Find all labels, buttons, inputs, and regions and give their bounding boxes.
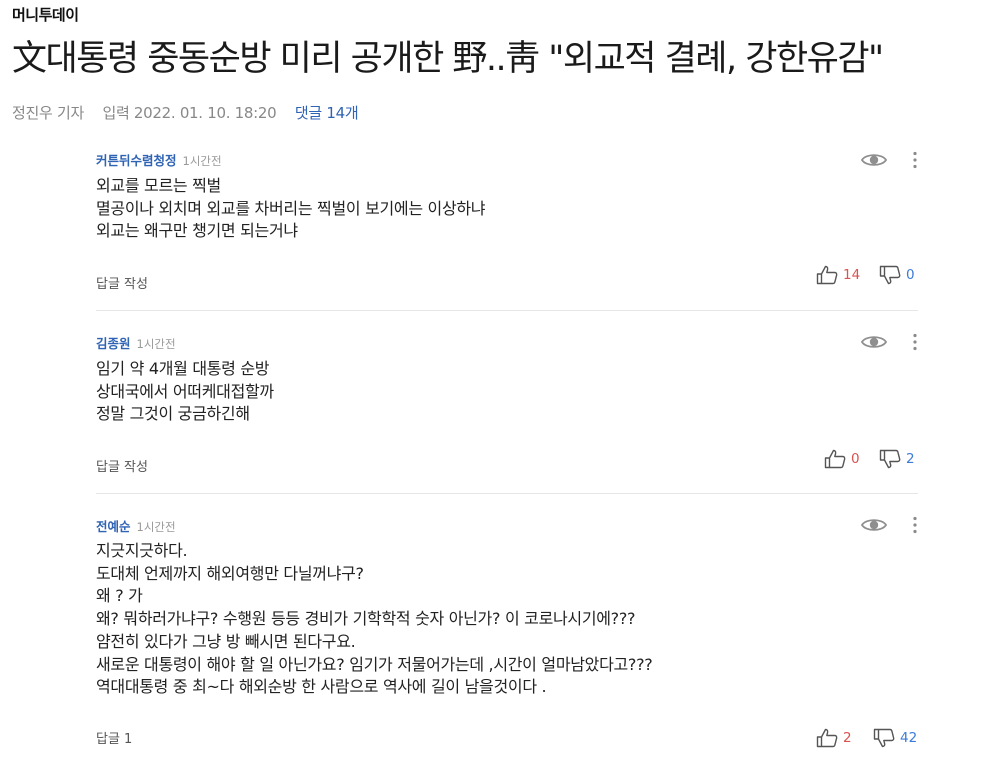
comment-author[interactable]: 커튼뒤수렴청정 1시간전 <box>96 150 222 169</box>
reply-button[interactable]: 답글 작성 <box>96 273 148 292</box>
reply-button[interactable]: 답글 1 <box>96 728 132 747</box>
reply-button[interactable]: 답글 작성 <box>96 456 148 475</box>
thumbs-down-icon <box>873 728 895 748</box>
author-name[interactable]: 커튼뒤수렴청정 <box>96 153 177 168</box>
comment-line: 역대대통령 중 최~다 해외순방 한 사람으로 역사에 길이 남을것이다 . <box>96 677 547 697</box>
comment-body: 외교를 모르는 찍벌 멸공이나 외치며 외교를 차버리는 찍벌이 보기에는 이상… <box>96 175 486 243</box>
comment-author[interactable]: 김종원 1시간전 <box>96 333 176 352</box>
eye-icon[interactable] <box>861 516 887 534</box>
dislike-button[interactable]: 42 <box>873 728 917 748</box>
comment-item: 전예순 1시간전 지긋지긋하다. 도대체 언제까지 해외여행만 다닐꺼냐구? 왜 … <box>96 493 918 766</box>
comment-line: 외교를 모르는 찍벌 <box>96 176 221 195</box>
like-count: 0 <box>851 451 860 467</box>
comment-author[interactable]: 전예순 1시간전 <box>96 516 176 535</box>
comment-line: 정말 그것이 궁금하긴해 <box>96 404 250 424</box>
thumbs-up-icon <box>816 728 838 748</box>
comment-body: 지긋지긋하다. 도대체 언제까지 해외여행만 다닐꺼냐구? 왜 ? 가 왜? 뭐… <box>96 540 653 699</box>
comment-line: 얌전히 있다가 그냥 방 빼시면 된다구요. <box>96 631 356 651</box>
comment-list: 커튼뒤수렴청정 1시간전 외교를 모르는 찍벌 멸공이나 외치며 외교를 차버리는… <box>96 140 918 766</box>
dislike-button[interactable]: 0 <box>879 265 915 285</box>
comment-line: 외교는 왜구만 챙기면 되는거냐 <box>96 221 298 241</box>
more-vertical-icon[interactable] <box>912 333 918 351</box>
comment-line: 도대체 언제까지 해외여행만 다닐꺼냐구? <box>96 563 364 583</box>
more-vertical-icon[interactable] <box>912 151 918 169</box>
comment-line: 멸공이나 외치며 외교를 차버리는 찍벌이 보기에는 이상하냐 <box>96 198 486 218</box>
thumbs-up-icon <box>816 265 838 285</box>
dislike-count: 42 <box>900 730 918 746</box>
comment-count-link[interactable]: 댓글 14개 <box>295 104 359 122</box>
dislike-button[interactable]: 2 <box>879 449 915 469</box>
article-meta: 정진우 기자 입력 2022. 01. 10. 18:20 댓글 14개 <box>12 102 372 123</box>
comment-time: 1시간전 <box>182 154 222 168</box>
like-count: 14 <box>843 267 861 283</box>
eye-icon[interactable] <box>861 333 887 351</box>
reporter-name: 정진우 기자 <box>12 104 84 122</box>
more-vertical-icon[interactable] <box>912 516 918 534</box>
author-name[interactable]: 전예순 <box>96 519 131 534</box>
comment-line: 상대국에서 어떠케대접할까 <box>96 381 274 401</box>
thumbs-up-icon <box>824 449 846 469</box>
comment-body: 임기 약 4개월 대통령 순방 상대국에서 어떠케대접할까 정말 그것이 궁금하… <box>96 358 274 426</box>
comment-time: 1시간전 <box>136 520 176 534</box>
dislike-count: 0 <box>906 267 915 283</box>
comment-item: 김종원 1시간전 임기 약 4개월 대통령 순방 상대국에서 어떠케대접할까 정말… <box>96 310 918 493</box>
like-button[interactable]: 14 <box>816 265 860 285</box>
thumbs-down-icon <box>879 449 901 469</box>
like-button[interactable]: 2 <box>816 728 852 748</box>
thumbs-down-icon <box>879 265 901 285</box>
article-headline: 文대통령 중동순방 미리 공개한 野..靑 "외교적 결례, 강한유감" <box>12 39 884 79</box>
comment-line: 임기 약 4개월 대통령 순방 <box>96 359 270 378</box>
dislike-count: 2 <box>906 451 915 467</box>
comment-line: 왜 ? 가 <box>96 586 143 606</box>
comment-line: 왜? 뭐하러가냐구? 수행원 등등 경비가 기학학적 숫자 아닌가? 이 코로나… <box>96 609 636 629</box>
like-count: 2 <box>843 730 852 746</box>
comment-item: 커튼뒤수렴청정 1시간전 외교를 모르는 찍벌 멸공이나 외치며 외교를 차버리는… <box>96 140 918 310</box>
publish-date: 입력 2022. 01. 10. 18:20 <box>102 104 277 122</box>
comment-time: 1시간전 <box>136 337 176 351</box>
like-button[interactable]: 0 <box>824 449 860 469</box>
author-name[interactable]: 김종원 <box>96 336 131 351</box>
comment-line: 새로운 대통령이 해야 할 일 아닌가요? 임기가 저물어가는데 ,시간이 얼마… <box>96 654 653 674</box>
publisher-name: 머니투데이 <box>12 6 79 24</box>
eye-icon[interactable] <box>861 151 887 169</box>
comment-line: 지긋지긋하다. <box>96 541 188 560</box>
